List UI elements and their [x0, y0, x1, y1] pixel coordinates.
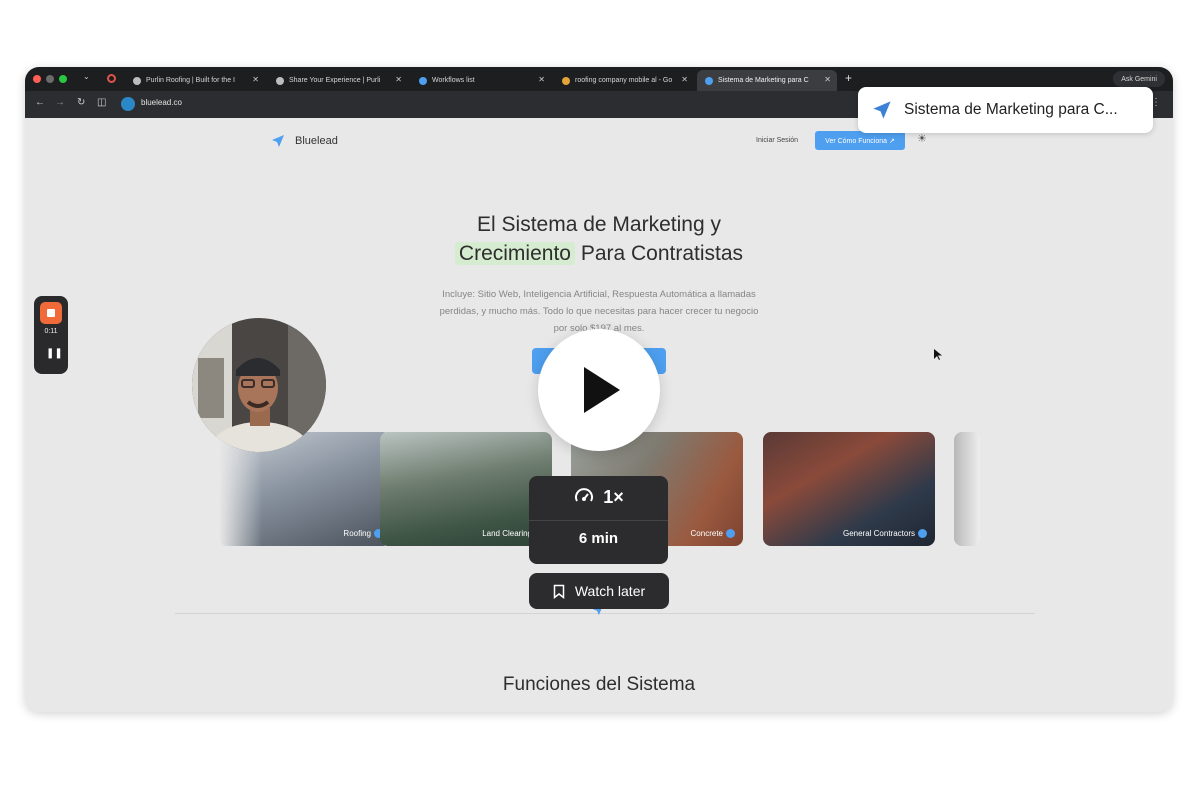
- watch-later-button[interactable]: Watch later: [529, 573, 669, 609]
- bookmark-icon: [553, 584, 565, 599]
- presenter-avatar: [192, 318, 326, 452]
- recording-tab-icon[interactable]: [107, 74, 116, 83]
- verified-icon: [726, 529, 735, 538]
- tab-title: Workflows list: [432, 77, 475, 84]
- video-title-pill: Sistema de Marketing para C...: [858, 87, 1153, 133]
- close-tab-icon[interactable]: ✕: [681, 75, 688, 84]
- close-tab-icon[interactable]: ✕: [395, 75, 402, 84]
- tab-share-experience[interactable]: Share Your Experience | Purli ✕: [268, 70, 408, 91]
- hero-heading-rest: Para Contratistas: [580, 242, 744, 265]
- hero-heading-line2: Crecimiento Para Contratistas: [25, 242, 1173, 266]
- watch-later-label: Watch later: [574, 583, 646, 599]
- how-it-works-button[interactable]: Ver Cómo Funciona ↗: [815, 131, 905, 150]
- paper-plane-icon: [873, 101, 891, 119]
- brand-logo[interactable]: Bluelead: [271, 134, 338, 148]
- webcam-bubble[interactable]: [192, 318, 326, 452]
- reload-icon[interactable]: ↻: [77, 97, 85, 108]
- hero-heading-line1: El Sistema de Marketing y: [477, 213, 721, 236]
- site-favicon-icon: [121, 97, 135, 111]
- speed-gauge-icon: [575, 488, 594, 502]
- theme-toggle-icon[interactable]: ☀: [917, 132, 927, 145]
- card-label-text: Roofing: [343, 529, 371, 538]
- hero-highlight: Crecimiento: [454, 242, 575, 265]
- new-tab-icon[interactable]: +: [845, 71, 852, 85]
- back-icon[interactable]: ←: [35, 97, 45, 108]
- close-window-icon[interactable]: [33, 75, 41, 83]
- stop-recording-button[interactable]: [40, 302, 62, 324]
- forward-icon[interactable]: →: [55, 97, 65, 108]
- tab-title: roofing company mobile al - Go: [575, 77, 673, 84]
- playback-info: 1× 6 min: [529, 476, 668, 564]
- close-tab-icon[interactable]: ✕: [824, 75, 831, 84]
- tab-title: Sistema de Marketing para C: [718, 77, 809, 84]
- paper-plane-icon: [272, 135, 284, 147]
- divider: [529, 520, 668, 521]
- google-icon: [562, 76, 570, 85]
- video-title: Sistema de Marketing para C...: [904, 101, 1118, 118]
- card-label-text: General Contractors: [842, 529, 915, 538]
- industry-card-partial[interactable]: [954, 432, 980, 546]
- bluelead-favicon-icon: [705, 76, 713, 85]
- maximize-window-icon[interactable]: [59, 75, 67, 83]
- verified-icon: [918, 529, 927, 538]
- card-label-text: Land Clearing: [482, 529, 532, 538]
- mouse-cursor-icon: [934, 349, 942, 360]
- ask-gemini-label: Ask Gemini: [1121, 75, 1157, 83]
- cta-label: Ver Cómo Funciona ↗: [825, 137, 895, 145]
- play-icon: [584, 367, 620, 413]
- bluelead-favicon-icon: [419, 76, 427, 85]
- card-label: Concrete: [691, 529, 735, 538]
- brand-name: Bluelead: [295, 135, 338, 147]
- tab-purlin-roofing[interactable]: Purlin Roofing | Built for the I ✕: [125, 70, 265, 91]
- globe-icon: [133, 76, 141, 85]
- section-divider: [175, 613, 1035, 614]
- url-field[interactable]: bluelead.co: [141, 98, 182, 107]
- play-button[interactable]: [538, 329, 660, 451]
- tab-workflows-list[interactable]: Workflows list ✕: [411, 70, 551, 91]
- speed-value: 1×: [603, 486, 624, 507]
- split-view-icon[interactable]: ◫: [97, 97, 106, 108]
- close-tab-icon[interactable]: ✕: [252, 75, 259, 84]
- minimize-window-icon[interactable]: [46, 75, 54, 83]
- video-duration: 6 min: [578, 530, 619, 547]
- card-label-text: Concrete: [690, 529, 723, 538]
- card-label: Roofing: [343, 529, 383, 538]
- tab-google-search[interactable]: roofing company mobile al - Go ✕: [554, 70, 694, 91]
- recording-timer: 0:11: [44, 328, 58, 335]
- ask-gemini-button[interactable]: Ask Gemini: [1113, 71, 1165, 87]
- tab-title: Share Your Experience | Purli: [289, 77, 381, 84]
- tab-search-icon[interactable]: ⌄: [83, 72, 90, 81]
- tab-sistema-marketing[interactable]: Sistema de Marketing para C ✕: [697, 70, 837, 91]
- industry-card-general-contractors[interactable]: General Contractors: [763, 432, 935, 546]
- playback-speed-button[interactable]: 1×: [529, 486, 668, 508]
- tab-title: Purlin Roofing | Built for the I: [146, 77, 235, 84]
- pause-icon[interactable]: ❚❚: [46, 348, 63, 359]
- section-heading: Funciones del Sistema: [502, 674, 696, 695]
- recorder-controls: 0:11 ❚❚: [34, 296, 68, 374]
- login-link[interactable]: Iniciar Sesión: [756, 137, 798, 144]
- globe-icon: [276, 76, 284, 85]
- close-tab-icon[interactable]: ✕: [538, 75, 545, 84]
- card-label: General Contractors: [843, 529, 927, 538]
- industry-card-land-clearing[interactable]: Land Clearing: [380, 432, 552, 546]
